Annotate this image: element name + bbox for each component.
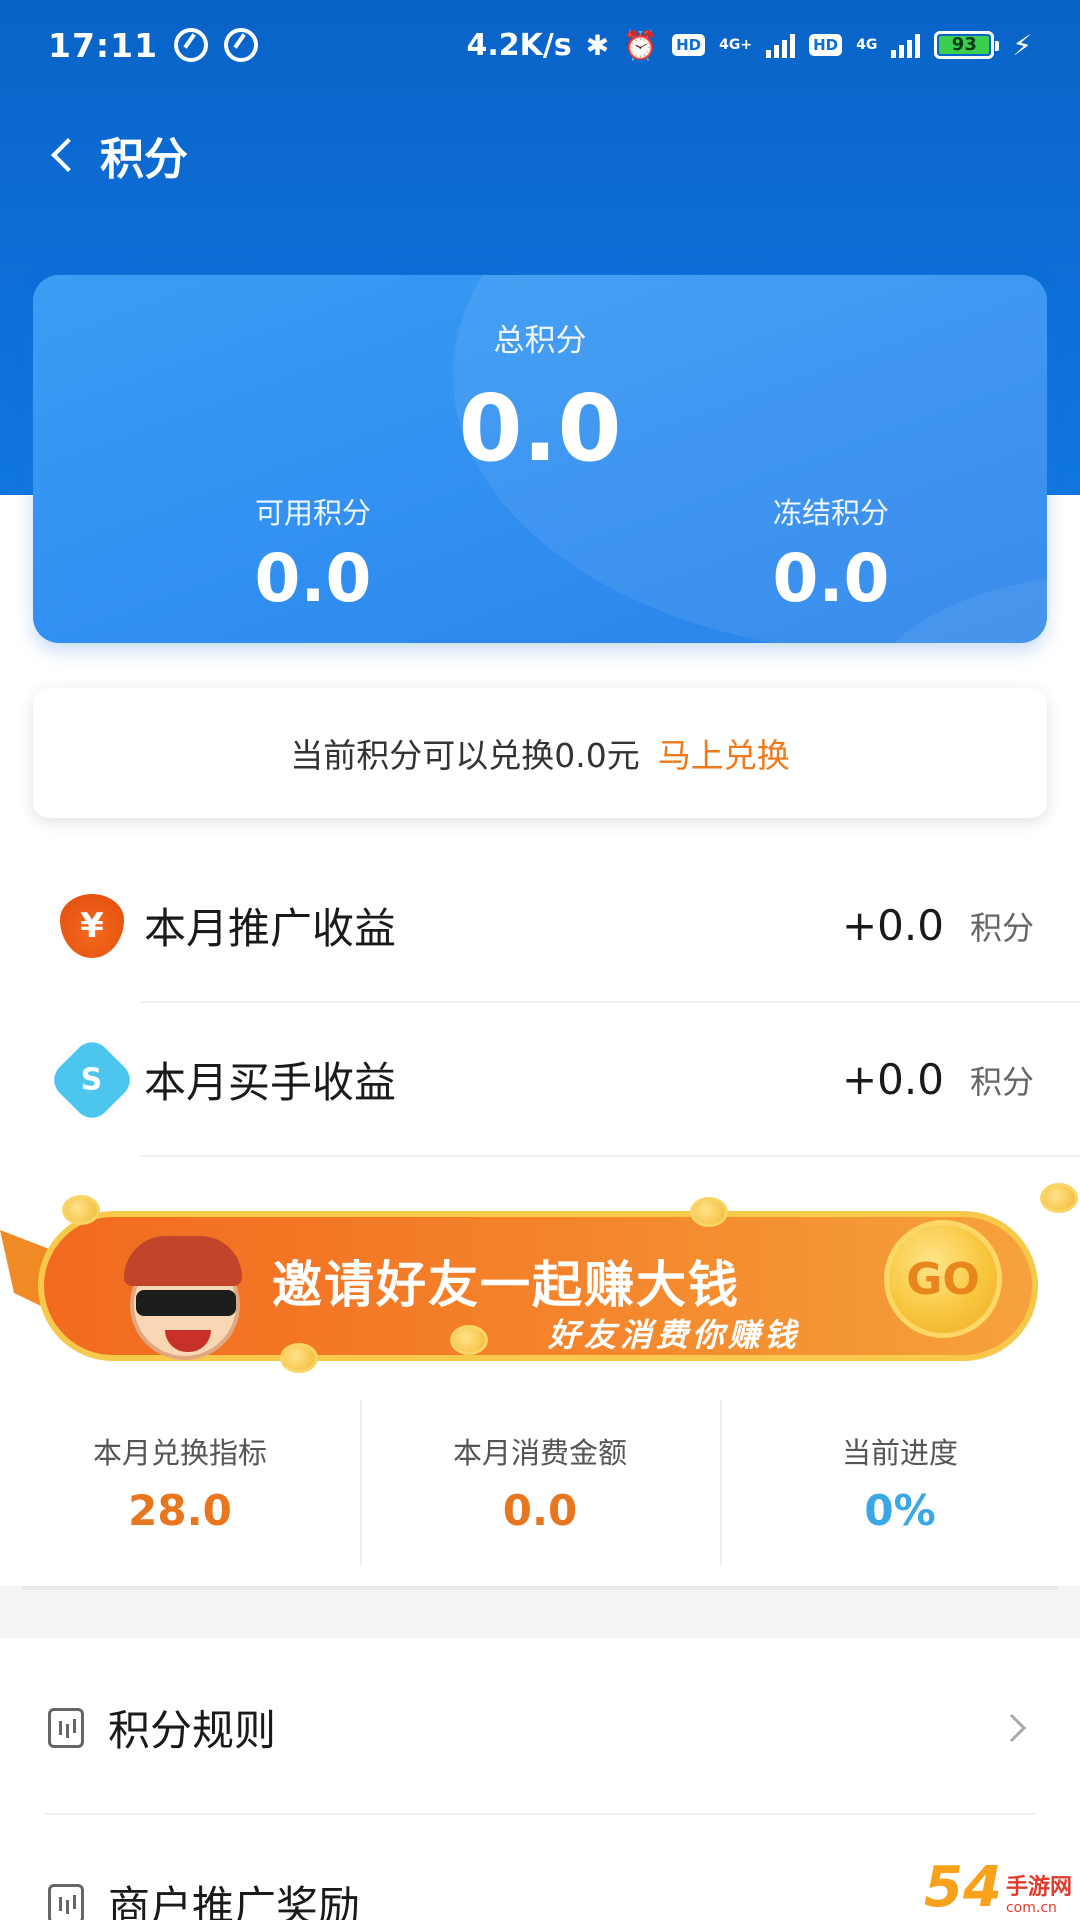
badge-glyph: S [81, 1061, 103, 1097]
earnings-label: 本月买手收益 [144, 1058, 397, 1107]
exchange-text: 当前积分可以兑换0.0元 [290, 736, 640, 775]
available-points: 可用积分 0.0 [163, 490, 463, 617]
section-divider [0, 1586, 1080, 1638]
watermark-text: 手游网 com.cn [1005, 1875, 1072, 1917]
frozen-points-label: 冻结积分 [772, 496, 889, 530]
available-points-value: 0.0 [254, 540, 372, 617]
menu-divider [44, 1813, 1036, 1815]
signal-icon-2 [891, 32, 921, 58]
available-points-label: 可用积分 [254, 496, 371, 530]
signal-icon-1 [766, 32, 796, 58]
earnings-label: 本月推广收益 [144, 904, 397, 953]
buyer-badge-icon: S [46, 1034, 138, 1125]
earnings-row-buyer: S 本月买手收益 +0.0 积分 [0, 1002, 1080, 1157]
go-button[interactable]: GO [884, 1220, 1002, 1338]
stat-label: 当前进度 [841, 1436, 958, 1470]
net-type-2: 4G [856, 37, 878, 53]
back-button[interactable] [18, 110, 108, 200]
net-type-1: 4G+ [719, 37, 753, 53]
notification-app-icon-2 [224, 28, 259, 62]
stat-progress: 当前进度 0% [720, 1400, 1080, 1565]
status-right-group: 4.2K/s ✱ ⏰ HD 4G+ HD 4G 93 ⚡ [467, 28, 1032, 63]
menu-item-merchant-reward[interactable]: 商户推广奖励 [0, 1816, 1080, 1920]
coin-icon [1040, 1183, 1078, 1213]
watermark-logo: 54 [924, 1855, 1002, 1920]
status-time: 17:11 [48, 25, 159, 65]
bluetooth-icon: ✱ [585, 28, 610, 62]
hd-badge-1: HD [672, 34, 706, 56]
frozen-points: 冻结积分 0.0 [681, 490, 981, 617]
stat-label: 本月消费金额 [452, 1436, 627, 1470]
invite-friends-banner[interactable]: 邀请好友一起赚大钱 好友消费你赚钱 GO [0, 1175, 1080, 1390]
exchange-bar: 当前积分可以兑换0.0元 马上兑换 [33, 688, 1047, 818]
alarm-icon: ⏰ [623, 28, 659, 62]
fire-yen-icon: ¥ [60, 893, 124, 958]
stat-value: 0% [864, 1486, 936, 1535]
coin-icon [690, 1197, 728, 1227]
watermark-name: 手游网 [1005, 1875, 1072, 1900]
battery-level: 93 [939, 36, 990, 54]
page-title: 积分 [100, 134, 188, 185]
stat-exchange-target: 本月兑换指标 28.0 [0, 1400, 360, 1565]
coin-icon [450, 1325, 488, 1355]
notification-app-icon [174, 28, 209, 62]
banner-subtitle: 好友消费你赚钱 [548, 1316, 801, 1354]
rules-chart-icon [48, 1707, 84, 1748]
hd-badge-2: HD [809, 34, 843, 56]
earnings-value: +0.0 [841, 901, 944, 950]
earnings-value: +0.0 [841, 1055, 944, 1104]
net-speed: 4.2K/s [466, 27, 572, 63]
total-points-label: 总积分 [493, 323, 587, 359]
mascot-hair [124, 1236, 242, 1286]
yen-glyph: ¥ [80, 905, 104, 946]
exchange-now-link[interactable]: 马上兑换 [658, 729, 790, 777]
earnings-row-promotion: ¥ 本月推广收益 +0.0 积分 [0, 848, 1080, 1003]
site-watermark: 54 手游网 com.cn [924, 1855, 1072, 1920]
stat-label: 本月兑换指标 [92, 1436, 267, 1470]
section-divider-line [22, 1586, 1058, 1590]
total-points-value: 0.0 [458, 375, 622, 482]
mascot-illustration [110, 1230, 250, 1390]
status-bar: 17:11 4.2K/s ✱ ⏰ HD 4G+ HD 4G 93 ⚡ [0, 0, 1080, 90]
stat-value: 28.0 [128, 1486, 232, 1535]
banner-title: 邀请好友一起赚大钱 [272, 1256, 740, 1314]
stat-value: 0.0 [502, 1486, 578, 1535]
charging-icon: ⚡ [1012, 28, 1032, 62]
earnings-unit: 积分 [969, 908, 1034, 947]
points-summary-card: 总积分 0.0 可用积分 0.0 冻结积分 0.0 [33, 275, 1047, 643]
stat-spending: 本月消费金额 0.0 [360, 1400, 720, 1565]
coin-icon [62, 1195, 100, 1225]
chevron-right-icon [997, 1713, 1027, 1742]
chevron-left-icon [51, 138, 85, 172]
menu-item-label: 积分规则 [108, 1706, 277, 1755]
menu-item-points-rules[interactable]: 积分规则 [0, 1640, 1080, 1815]
nav-bar: 积分 [0, 110, 1080, 200]
monthly-stats: 本月兑换指标 28.0 本月消费金额 0.0 当前进度 0% [0, 1400, 1080, 1565]
watermark-domain: com.cn [1005, 1900, 1057, 1916]
coin-icon [280, 1343, 318, 1373]
earnings-unit: 积分 [969, 1062, 1034, 1101]
sunglasses-icon [136, 1290, 236, 1316]
menu-item-label: 商户推广奖励 [108, 1882, 361, 1920]
battery-icon: 93 [934, 31, 1000, 59]
frozen-points-value: 0.0 [772, 540, 890, 617]
row-divider [140, 1155, 1080, 1157]
merchant-icon [48, 1883, 84, 1920]
